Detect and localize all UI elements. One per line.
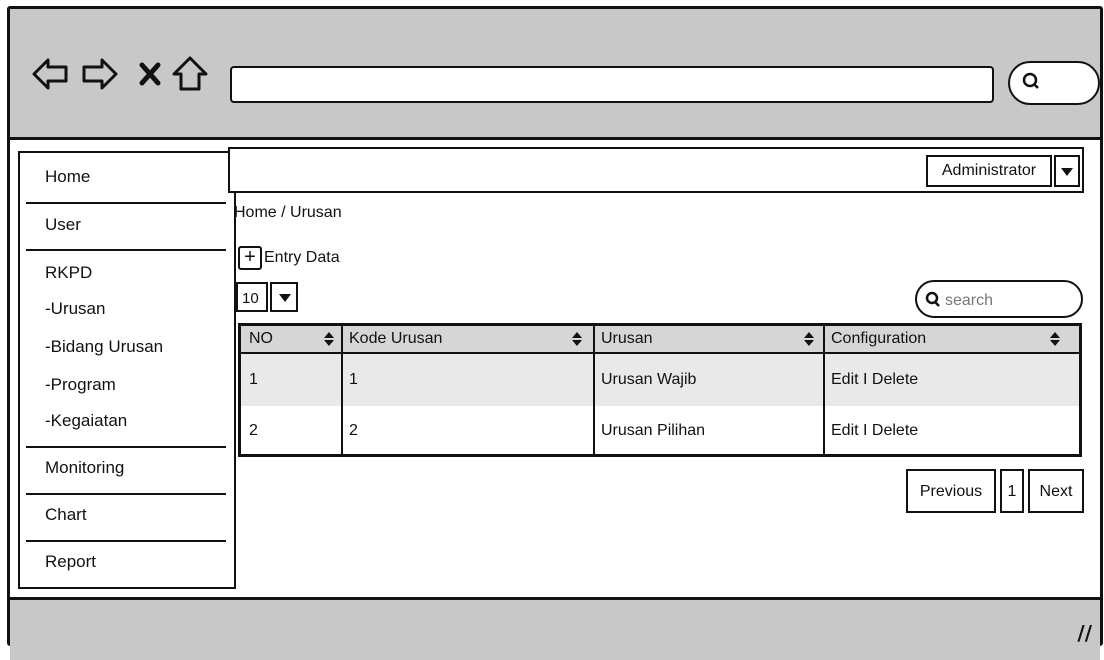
column-divider [593,326,595,454]
sidebar-item-label: -Program [45,375,116,394]
page-size-toggle[interactable] [270,282,298,312]
sidebar-item-report[interactable]: Report [20,552,234,572]
divider [26,249,226,251]
sidebar-item-label: User [45,215,81,234]
browser-search-field[interactable] [1008,61,1100,105]
cell-kode-urusan: 2 [349,422,358,439]
resize-grip-icon[interactable]: // [1077,621,1092,645]
cell-kode-urusan: 1 [349,371,358,388]
column-header-kode-urusan[interactable]: Kode Urusan [341,326,593,352]
table-search-input[interactable]: search [915,280,1083,318]
search-placeholder: search [945,292,994,309]
sidebar-item-bidang-urusan[interactable]: -Bidang Urusan [20,337,234,357]
page-size-select[interactable]: 10 [236,282,268,312]
cell-urusan: Urusan Wajib [601,371,697,388]
chevron-down-icon [1061,168,1073,176]
column-divider [341,326,343,454]
cell-no: 2 [249,422,258,439]
sidebar-item-label: Monitoring [45,458,125,477]
table-row: 1 1 Urusan Wajib Edit I Delete [241,354,1079,406]
browser-toolbar [10,9,1100,140]
divider [26,446,226,448]
sidebar-item-monitoring[interactable]: Monitoring [20,458,234,478]
chevron-down-icon [279,294,291,302]
edit-delete-links[interactable]: Edit I Delete [823,354,1081,406]
sidebar-item-user[interactable]: User [20,215,234,235]
home-icon[interactable] [170,54,210,94]
column-header-label: Configuration [831,330,927,347]
close-icon[interactable] [138,61,162,87]
cell-urusan: Urusan Pilihan [601,422,706,439]
next-page-button[interactable]: Next [1028,469,1084,513]
data-table: NO Kode Urusan Urusan Configuration 1 1 … [238,323,1082,457]
sidebar-item-label: -Kegaiatan [45,411,128,430]
user-menu[interactable]: Administrator [926,155,1052,187]
sidebar-item-label: -Bidang Urusan [45,337,164,356]
sort-icon[interactable] [571,330,583,348]
sidebar-item-rkpd[interactable]: RKPD [20,263,234,283]
user-menu-toggle[interactable] [1054,155,1080,187]
sidebar-item-program[interactable]: -Program [20,375,234,395]
forward-arrow-icon[interactable] [80,54,120,94]
search-icon [925,291,940,307]
sidebar-item-label: Home [45,167,91,186]
entry-data-button[interactable]: + Entry Data [238,246,340,270]
sidebar-item-label: RKPD [45,263,93,282]
column-header-configuration[interactable]: Configuration [823,326,1081,352]
sort-icon[interactable] [323,330,335,348]
divider [26,540,226,542]
sidebar-item-kegaiatan[interactable]: -Kegaiatan [20,411,234,431]
breadcrumb: Home / Urusan [234,204,342,221]
column-header-label: Urusan [601,330,653,347]
sidebar-item-urusan[interactable]: -Urusan [20,299,234,319]
column-header-urusan[interactable]: Urusan [593,326,823,352]
sort-icon[interactable] [803,330,815,348]
sidebar-item-label: Report [45,552,97,571]
back-arrow-icon[interactable] [30,54,70,94]
cell-no: 1 [249,371,258,388]
sidebar-item-chart[interactable]: Chart [20,505,234,525]
table-row: 2 2 Urusan Pilihan Edit I Delete [241,406,1079,454]
status-bar [10,597,1100,660]
sidebar-item-label: -Urusan [45,299,106,318]
plus-icon: + [238,246,262,270]
main-content: Administrator Home / Urusan + Entry Data … [228,142,1088,582]
column-header-label: NO [249,330,273,347]
address-bar[interactable] [230,66,994,103]
divider [26,202,226,204]
sidebar-item-label: Chart [45,505,87,524]
search-icon [1022,72,1039,89]
entry-data-label: Entry Data [264,249,340,267]
table-header-row: NO Kode Urusan Urusan Configuration [241,326,1079,354]
sidebar-item-home[interactable]: Home [20,167,234,187]
divider [26,493,226,495]
sort-icon[interactable] [1049,330,1061,348]
page-number-button[interactable]: 1 [1000,469,1024,513]
column-header-label: Kode Urusan [349,330,443,347]
previous-page-button[interactable]: Previous [906,469,996,513]
sidebar: Home User RKPD -Urusan -Bidang Urusan -P… [18,151,236,589]
top-header: Administrator [228,147,1084,193]
edit-delete-links[interactable]: Edit I Delete [823,406,1081,454]
column-divider [823,326,825,454]
